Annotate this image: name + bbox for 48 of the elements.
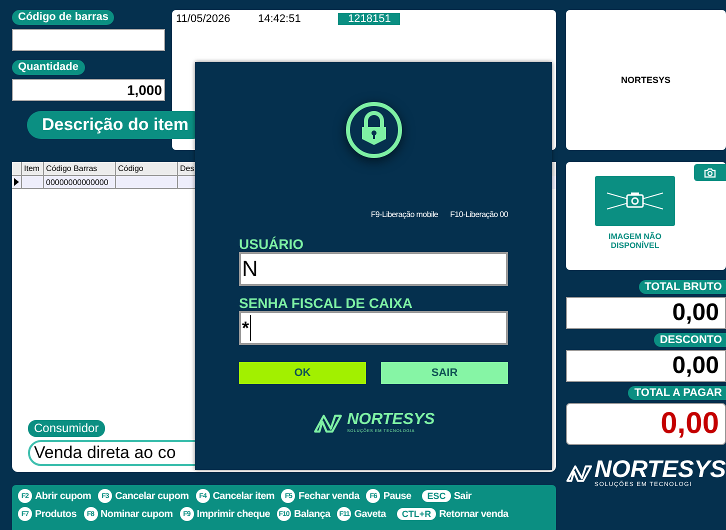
logo-text: NORTESYS: [594, 458, 726, 482]
shortcut-label: Retornar venda: [439, 508, 508, 520]
shortcut-label: Cancelar cupom: [115, 490, 189, 502]
total-value: 0,00: [566, 350, 726, 382]
user-label: USUÁRIO: [239, 236, 305, 252]
total-label: TOTAL A PAGAR: [628, 386, 726, 400]
time-text: 14:42:51: [258, 13, 302, 25]
quantity-label: Quantidade: [12, 60, 85, 75]
shortcut-key[interactable]: CTL+R: [396, 508, 436, 520]
password-label: SENHA FISCAL DE CAIXA: [239, 295, 414, 311]
shortcut-label: Cancelar item: [212, 490, 274, 502]
shortcut-key[interactable]: ESC: [422, 490, 451, 502]
total-value: 0,00: [566, 403, 726, 445]
brand-text: NORTESYS: [621, 75, 671, 85]
logo-mark-icon: [312, 412, 344, 432]
lock-icon: [344, 100, 404, 160]
table-cell: [22, 176, 44, 189]
row-pointer-icon: [14, 178, 19, 186]
total-label: TOTAL BRUTO: [638, 280, 726, 294]
total-label: DESCONTO: [654, 333, 726, 347]
quantity-field[interactable]: 1,000: [12, 79, 165, 101]
password-field[interactable]: *: [239, 311, 508, 345]
row-pointer[interactable]: [12, 176, 22, 189]
date-text: 11/05/2026: [176, 13, 232, 25]
shortcut-label: Abrir cupom: [35, 490, 92, 502]
barcode-field[interactable]: [12, 29, 165, 51]
shortcut-label: Pause: [383, 490, 412, 502]
shortcut-label: Imprimir cheque: [196, 508, 270, 520]
consumer-label: Consumidor: [28, 420, 105, 437]
shortcut-label: Fechar venda: [298, 490, 360, 502]
shortcut-hint: F9-Liberação mobile: [370, 210, 438, 219]
user-field[interactable]: N: [239, 252, 508, 286]
shortcut-label: Sair: [454, 490, 472, 502]
sale-number-badge: 1218151: [338, 13, 400, 25]
shortcut-label: Nominar cupom: [100, 508, 173, 520]
barcode-label: Código de barras: [12, 10, 114, 25]
ok-button[interactable]: OK: [239, 362, 366, 384]
no-image-caption: IMAGEM NÃO DISPONÍVEL: [608, 232, 662, 250]
shortcut-label: Balança: [294, 508, 330, 520]
camera-button[interactable]: [694, 164, 726, 181]
logo-text: NORTESYS: [347, 412, 435, 428]
shortcut-label: Gaveta: [354, 508, 386, 520]
total-value: 0,00: [566, 297, 726, 329]
camera-icon: [704, 168, 716, 178]
shortcut-label: Produtos: [35, 508, 76, 520]
exit-button[interactable]: SAIR: [381, 362, 508, 384]
table-cell: 00000000000000: [44, 176, 116, 189]
shortcut-hint: F10-Liberação 00: [450, 210, 508, 219]
